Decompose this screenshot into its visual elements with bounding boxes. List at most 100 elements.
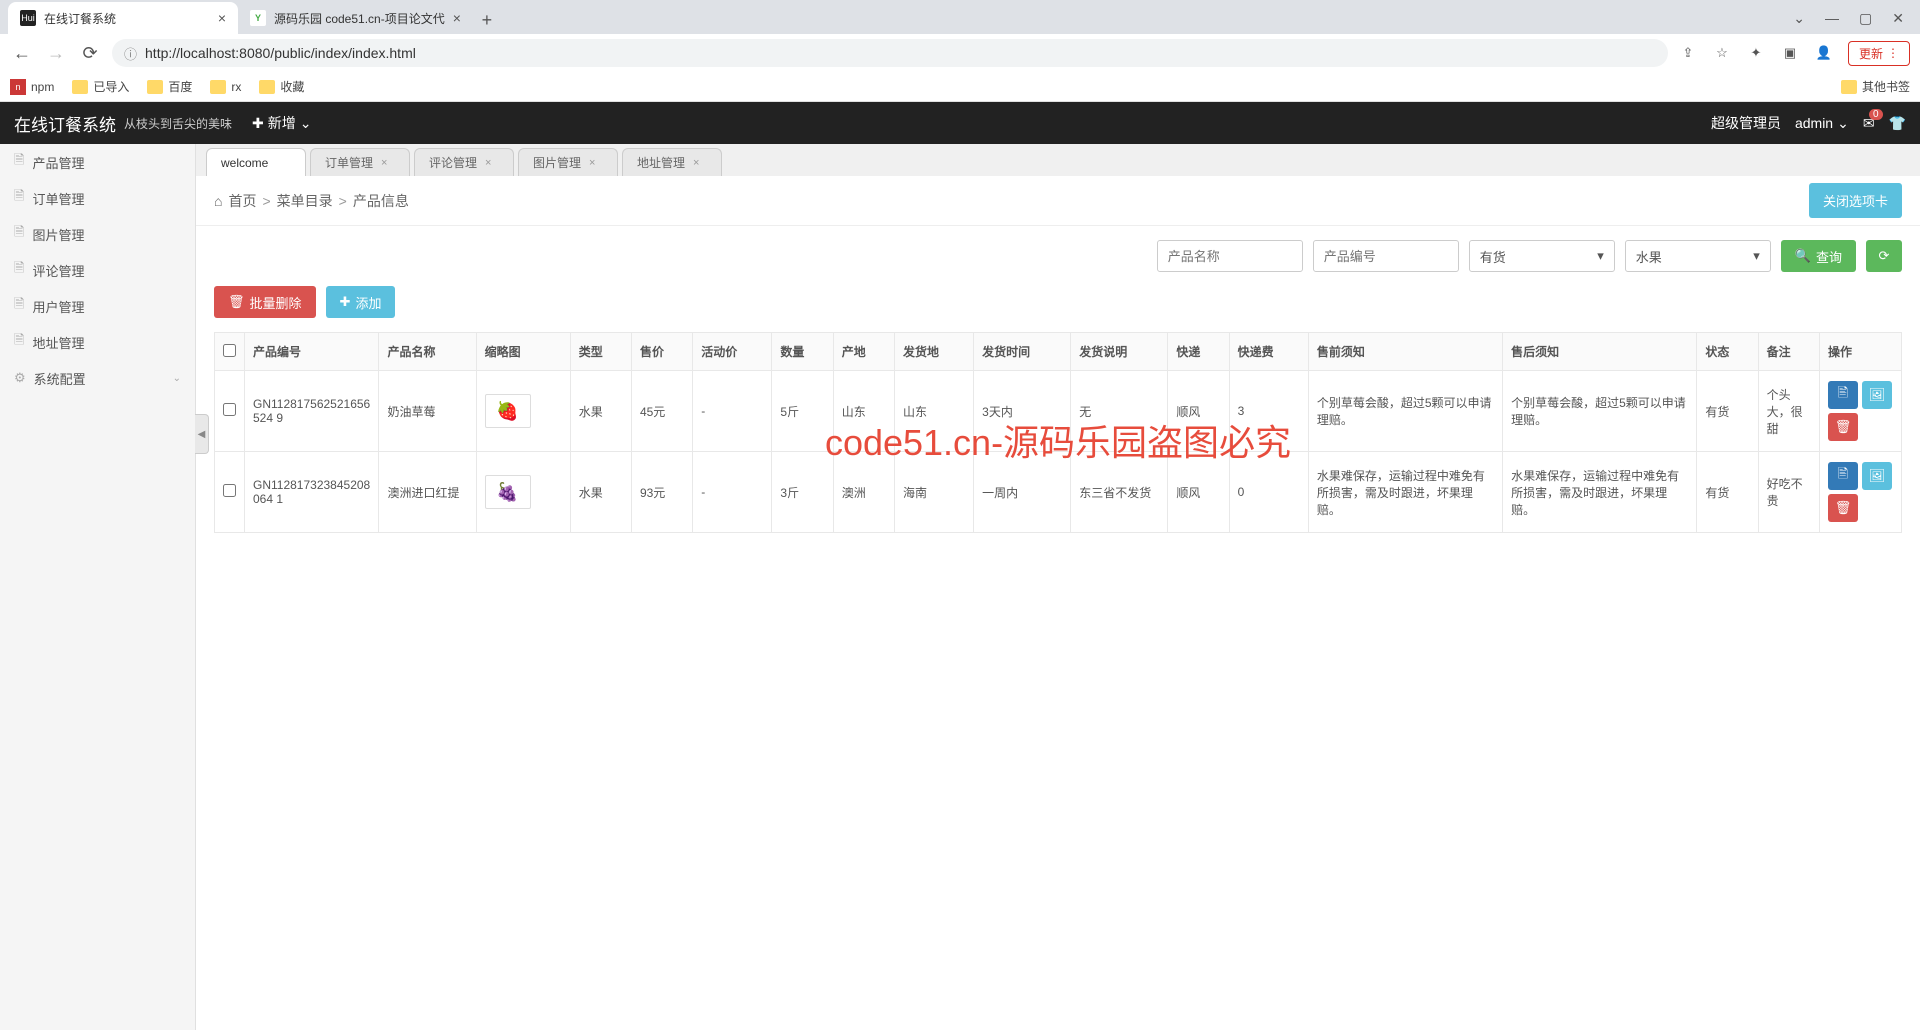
cell-shiptime: 一周内 <box>974 452 1071 533</box>
tab-address[interactable]: 地址管理× <box>622 148 722 176</box>
close-icon[interactable]: × <box>381 157 387 169</box>
window-controls: ⌄ — ▢ ✕ <box>1793 2 1920 34</box>
select-all-checkbox[interactable] <box>223 344 236 357</box>
close-icon[interactable]: × <box>693 157 699 169</box>
cell-origin: 山东 <box>833 371 894 452</box>
th-op: 操作 <box>1820 333 1902 371</box>
tab-image[interactable]: 图片管理× <box>518 148 618 176</box>
sidebar-item-system[interactable]: ⚙系统配置⌄ <box>0 360 195 396</box>
browser-tab-1[interactable]: Y 源码乐园 code51.cn-项目论文代 × <box>238 2 473 34</box>
main-area: ◀ code51.cn-源码乐园盗图必究 welcome 订单管理× 评论管理×… <box>196 144 1920 1030</box>
bookmark-other[interactable]: 其他书签 <box>1841 78 1910 95</box>
thumbnail-image[interactable]: 🍓 <box>485 394 531 428</box>
forward-button[interactable]: → <box>44 41 68 65</box>
sidebar-item-product[interactable]: 🗎产品管理 <box>0 144 195 180</box>
folder-icon <box>210 80 226 94</box>
share-icon[interactable]: ⇪ <box>1678 43 1698 63</box>
th-price: 售价 <box>631 333 692 371</box>
th-code: 产品编号 <box>245 333 379 371</box>
add-dropdown[interactable]: ✚ 新增 ⌄ <box>252 113 311 133</box>
cell-name: 澳洲进口红提 <box>379 452 476 533</box>
sidebar-item-comment[interactable]: 🗎评论管理 <box>0 252 195 288</box>
cell-qty: 3斤 <box>772 452 833 533</box>
edit-button[interactable]: 🖹 <box>1828 462 1858 490</box>
cell-type: 水果 <box>570 371 631 452</box>
crumb-home[interactable]: 首页 <box>228 191 256 211</box>
cell-shipfrom: 海南 <box>894 452 973 533</box>
browser-chrome: Hui 在线订餐系统 × Y 源码乐园 code51.cn-项目论文代 × + … <box>0 0 1920 102</box>
cell-op: 🖹 🖼 🗑 <box>1820 371 1902 452</box>
bookmark-npm[interactable]: nnpm <box>10 79 54 95</box>
image-button[interactable]: 🖼 <box>1862 462 1892 490</box>
sidebar-item-user[interactable]: 🗎用户管理 <box>0 288 195 324</box>
thumbnail-image[interactable]: 🍇 <box>485 475 531 509</box>
row-checkbox[interactable] <box>223 484 236 497</box>
close-icon[interactable]: × <box>485 157 491 169</box>
tshirt-icon[interactable]: 👕 <box>1889 115 1906 132</box>
app-header: 在线订餐系统 从枝头到舌尖的美味 ✚ 新增 ⌄ 超级管理员 admin ⌄ ✉ … <box>0 102 1920 144</box>
category-select[interactable]: 水果▾ <box>1625 240 1771 272</box>
sidebar-collapse-handle[interactable]: ◀ <box>195 414 209 454</box>
row-checkbox[interactable] <box>223 403 236 416</box>
bookmark-imported[interactable]: 已导入 <box>72 78 129 95</box>
bookmark-fav[interactable]: 收藏 <box>259 78 304 95</box>
breadcrumb: ⌂ 首页 > 菜单目录 > 产品信息 <box>214 191 409 211</box>
mail-button[interactable]: ✉ 0 <box>1863 115 1875 132</box>
tab-comment[interactable]: 评论管理× <box>414 148 514 176</box>
close-icon[interactable]: × <box>218 10 226 26</box>
reload-button[interactable]: ⟳ <box>78 41 102 65</box>
home-icon: ⌂ <box>214 193 222 209</box>
cell-actprice: - <box>693 371 772 452</box>
sidebar-item-image[interactable]: 🗎图片管理 <box>0 216 195 252</box>
panel-icon[interactable]: ▣ <box>1780 43 1800 63</box>
refresh-button[interactable]: ⟳ <box>1866 240 1902 272</box>
browser-tab-0[interactable]: Hui 在线订餐系统 × <box>8 2 238 34</box>
close-icon[interactable]: ✕ <box>1892 10 1904 27</box>
tab-strip: Hui 在线订餐系统 × Y 源码乐园 code51.cn-项目论文代 × + … <box>0 0 1920 34</box>
plus-icon: ✚ <box>340 294 351 310</box>
image-button[interactable]: 🖼 <box>1862 381 1892 409</box>
favicon-icon: Y <box>250 10 266 26</box>
back-button[interactable]: ← <box>10 41 34 65</box>
query-button[interactable]: 🔍查询 <box>1781 240 1856 272</box>
tab-welcome[interactable]: welcome <box>206 148 306 176</box>
close-tab-button[interactable]: 关闭选项卡 <box>1809 183 1902 218</box>
extension-icon[interactable]: ✦ <box>1746 43 1766 63</box>
cell-expressfee: 3 <box>1229 371 1308 452</box>
sidebar-item-order[interactable]: 🗎订单管理 <box>0 180 195 216</box>
crumb-menu[interactable]: 菜单目录 <box>277 191 333 211</box>
cell-thumb: 🍇 <box>476 452 570 533</box>
product-table: 产品编号 产品名称 缩略图 类型 售价 活动价 数量 产地 发货地 发货时间 发… <box>214 332 1902 533</box>
crumb-product: 产品信息 <box>353 191 409 211</box>
url-input[interactable]: ⓘ http://localhost:8080/public/index/ind… <box>112 39 1668 67</box>
cell-actprice: - <box>693 452 772 533</box>
star-icon[interactable]: ☆ <box>1712 43 1732 63</box>
bookmark-baidu[interactable]: 百度 <box>147 78 192 95</box>
chevron-down-icon[interactable]: ⌄ <box>1793 10 1805 27</box>
batch-delete-button[interactable]: 🗑批量删除 <box>214 286 316 318</box>
delete-button[interactable]: 🗑 <box>1828 494 1858 522</box>
stock-select[interactable]: 有货▾ <box>1469 240 1615 272</box>
profile-icon[interactable]: 👤 <box>1814 43 1834 63</box>
close-icon[interactable]: × <box>589 157 595 169</box>
tab-order[interactable]: 订单管理× <box>310 148 410 176</box>
edit-button[interactable]: 🖹 <box>1828 381 1858 409</box>
add-button[interactable]: ✚添加 <box>326 286 396 318</box>
th-express: 快递 <box>1168 333 1229 371</box>
minimize-icon[interactable]: — <box>1825 10 1839 26</box>
th-remark: 备注 <box>1758 333 1819 371</box>
delete-button[interactable]: 🗑 <box>1828 413 1858 441</box>
update-button[interactable]: 更新⋮ <box>1848 41 1910 66</box>
user-role: 超级管理员 <box>1711 113 1781 133</box>
maximize-icon[interactable]: ▢ <box>1859 10 1872 27</box>
bookmark-rx[interactable]: rx <box>210 80 241 94</box>
close-icon[interactable]: × <box>453 10 461 26</box>
tab-title: 源码乐园 code51.cn-项目论文代 <box>274 10 445 27</box>
th-actprice: 活动价 <box>693 333 772 371</box>
product-code-input[interactable] <box>1313 240 1459 272</box>
product-name-input[interactable] <box>1157 240 1303 272</box>
new-tab-button[interactable]: + <box>473 6 501 34</box>
user-menu[interactable]: admin ⌄ <box>1795 115 1849 132</box>
tab-title: 在线订餐系统 <box>44 10 116 27</box>
sidebar-item-address[interactable]: 🗎地址管理 <box>0 324 195 360</box>
